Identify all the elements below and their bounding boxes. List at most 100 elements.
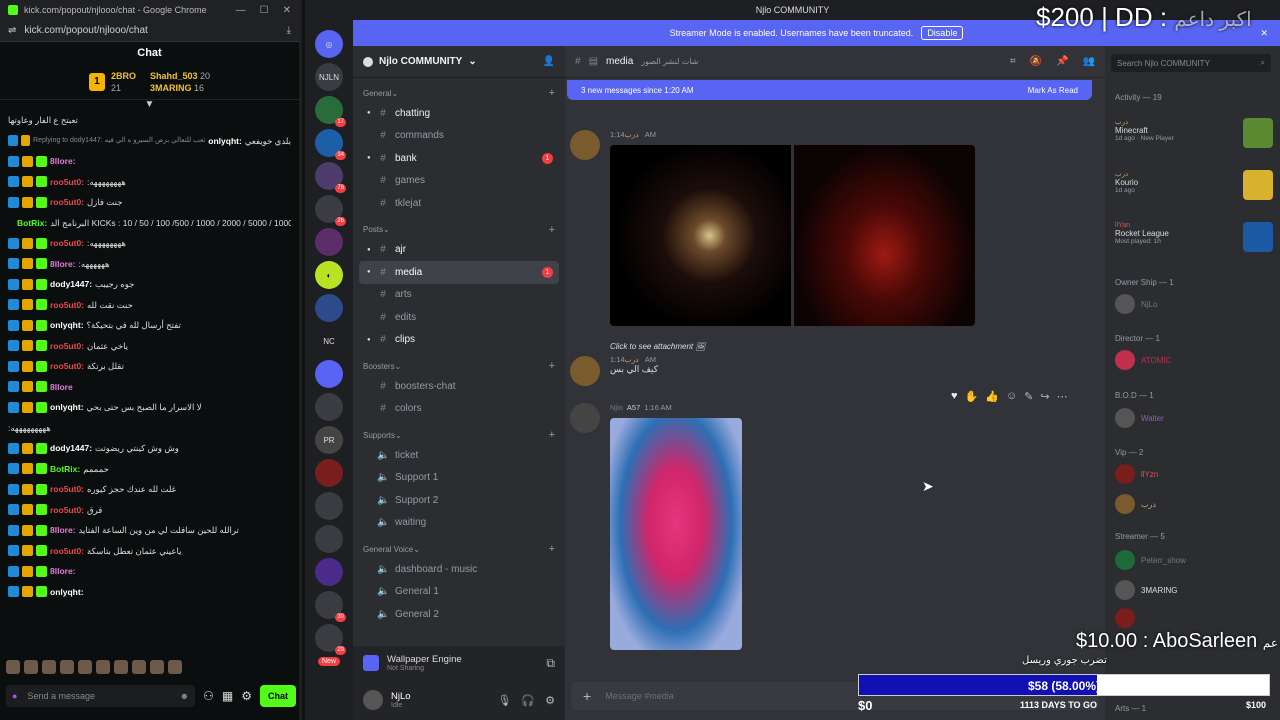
mic-icon[interactable]: 🎙 — [497, 694, 511, 707]
channel-name[interactable]: ticket — [395, 450, 418, 461]
headphones-icon[interactable]: 🎧 — [521, 694, 535, 707]
channel-item[interactable]: 🔈 General 2 — [359, 603, 559, 626]
pin-icon[interactable]: 📌 — [1056, 56, 1068, 67]
chat-username[interactable]: 8llore — [50, 377, 73, 398]
category-name[interactable]: Posts — [363, 225, 383, 234]
server-icon[interactable] — [315, 360, 343, 388]
address-bar[interactable]: ⇌ kick.com/popout/njlooo/chat ⤓ — [0, 20, 299, 42]
category-name[interactable]: Supports — [363, 431, 395, 440]
avatar[interactable] — [1115, 608, 1135, 628]
attachment-image[interactable] — [610, 145, 791, 326]
chat-username[interactable]: 8llore: — [50, 561, 76, 582]
channel-item[interactable]: ● # bank 1 — [359, 147, 559, 170]
message-actions[interactable]: ♥ ✋ 👍 ☺ ✎ ↪ ⋯ — [947, 388, 1072, 405]
chevron-down-icon[interactable]: ⌄ — [395, 362, 402, 371]
chat-username[interactable]: dody1447: — [50, 438, 92, 459]
server-icon[interactable]: NC — [315, 327, 343, 355]
member[interactable]: NjLo — [1115, 294, 1157, 314]
server-icon[interactable] — [315, 228, 343, 256]
avatar[interactable] — [1115, 580, 1135, 600]
server-header[interactable]: Njlo COMMUNITY ⌄ 👤 — [353, 46, 565, 78]
emote-icon[interactable] — [150, 660, 164, 674]
chat-username[interactable]: onlyqht: — [50, 315, 84, 336]
chat-send-button[interactable]: Chat — [260, 685, 296, 707]
member[interactable]: ATOMIC — [1115, 350, 1171, 370]
chat-username[interactable]: 8llore: — [50, 151, 76, 172]
add-reaction-icon[interactable]: ☺ — [1006, 390, 1017, 403]
channel-name[interactable]: clips — [395, 334, 415, 345]
member[interactable]: 3MARING — [1115, 580, 1177, 600]
channel-name[interactable]: Support 2 — [395, 495, 438, 506]
avatar[interactable] — [570, 403, 600, 433]
server-icon[interactable] — [315, 459, 343, 487]
emote-strip[interactable] — [6, 660, 182, 674]
channel-item[interactable]: 🔈 Support 1 — [359, 467, 559, 490]
composer-placeholder[interactable]: Message #media — [605, 691, 674, 701]
chat-username[interactable]: 8llore: — [50, 254, 76, 275]
chat-username[interactable]: roo5ut0: — [50, 295, 84, 316]
server-icon[interactable] — [315, 525, 343, 553]
chat-username[interactable]: roo5ut0: — [50, 356, 84, 377]
reply-icon[interactable]: ↪ — [1040, 390, 1049, 403]
server-icon[interactable] — [315, 393, 343, 421]
attachment-image[interactable] — [794, 145, 975, 326]
server-icon[interactable]: 17 — [315, 96, 346, 127]
chat-username[interactable]: roo5ut0: — [50, 336, 84, 357]
gear-icon[interactable]: ⚙ — [545, 694, 555, 707]
channel-item[interactable]: # commands — [359, 125, 559, 148]
channel-category[interactable]: Posts ⌄ + — [353, 221, 565, 239]
search-placeholder[interactable]: Search Njlo COMMUNITY — [1117, 59, 1210, 68]
member[interactable]: درب — [1115, 494, 1156, 514]
more-icon[interactable]: ⋯ — [1057, 390, 1068, 403]
channel-item[interactable]: # games — [359, 170, 559, 193]
avatar[interactable] — [1115, 550, 1135, 570]
thumbs-up-reaction-icon[interactable]: 👍 — [985, 390, 999, 403]
screen-share-icon[interactable]: ⧉ — [546, 656, 555, 671]
chat-username[interactable]: onlyqht: — [50, 582, 84, 603]
emote-icon[interactable] — [96, 660, 110, 674]
close-icon[interactable]: ✕ — [283, 5, 291, 16]
add-channel-icon[interactable]: + — [549, 360, 555, 372]
members-icon[interactable]: 👥 — [1083, 56, 1095, 67]
emote-icon[interactable] — [168, 660, 182, 674]
activity-item[interactable]: درب Minecraft 1d ago · New Player — [1115, 118, 1275, 154]
new-servers-badge[interactable]: New — [317, 657, 340, 666]
channel-name[interactable]: colors — [395, 403, 422, 414]
chat-input-placeholder[interactable]: Send a message — [27, 691, 95, 701]
chat-username[interactable]: roo5ut0: — [50, 500, 84, 521]
add-channel-icon[interactable]: + — [549, 429, 555, 441]
chevron-down-icon[interactable]: ⌄ — [468, 56, 476, 67]
site-info-icon[interactable]: ⇌ — [8, 25, 16, 36]
chevron-down-icon[interactable]: ⌄ — [383, 225, 390, 234]
new-messages-bar[interactable]: 3 new messages since 1:20 AM Mark As Rea… — [567, 80, 1092, 100]
member[interactable]: Walter — [1115, 408, 1164, 428]
emote-icon[interactable] — [114, 660, 128, 674]
avatar[interactable] — [1115, 350, 1135, 370]
category-name[interactable]: General — [363, 89, 391, 98]
member[interactable] — [1115, 608, 1141, 628]
activity-item[interactable]: llYan Rocket League Most played: 1h — [1115, 222, 1275, 258]
fire-reaction-icon[interactable]: ✋ — [965, 390, 979, 403]
chevron-down-icon[interactable]: ⌄ — [413, 545, 420, 554]
new-messages-text[interactable]: 3 new messages since 1:20 AM — [581, 86, 694, 95]
chat-message-input[interactable]: ● Send a message ☻ — [6, 685, 196, 707]
channel-item[interactable]: ● # chatting — [359, 102, 559, 125]
chat-username[interactable]: 8llore: — [50, 520, 76, 541]
server-icon[interactable] — [315, 294, 343, 322]
server-icon[interactable]: PR — [315, 426, 343, 454]
channel-item[interactable]: # arts — [359, 284, 559, 307]
window-controls[interactable]: — ☐ ✕ — [236, 5, 291, 16]
channel-name[interactable]: chatting — [395, 108, 430, 119]
message-author[interactable]: Njlo — [610, 403, 623, 412]
message-author[interactable]: درب — [625, 355, 639, 364]
channel-name[interactable]: General 2 — [395, 609, 439, 620]
emote-icon[interactable] — [24, 660, 38, 674]
channel-category[interactable]: General ⌄ + — [353, 84, 565, 102]
chat-username[interactable]: dody1447: — [50, 274, 92, 295]
channel-name[interactable]: Support 1 — [395, 472, 438, 483]
channel-item[interactable]: ● # ajr — [359, 239, 559, 262]
emote-icon[interactable] — [42, 660, 56, 674]
channel-name[interactable]: games — [395, 175, 425, 186]
emote-icon[interactable] — [78, 660, 92, 674]
server-icon[interactable] — [315, 558, 343, 586]
